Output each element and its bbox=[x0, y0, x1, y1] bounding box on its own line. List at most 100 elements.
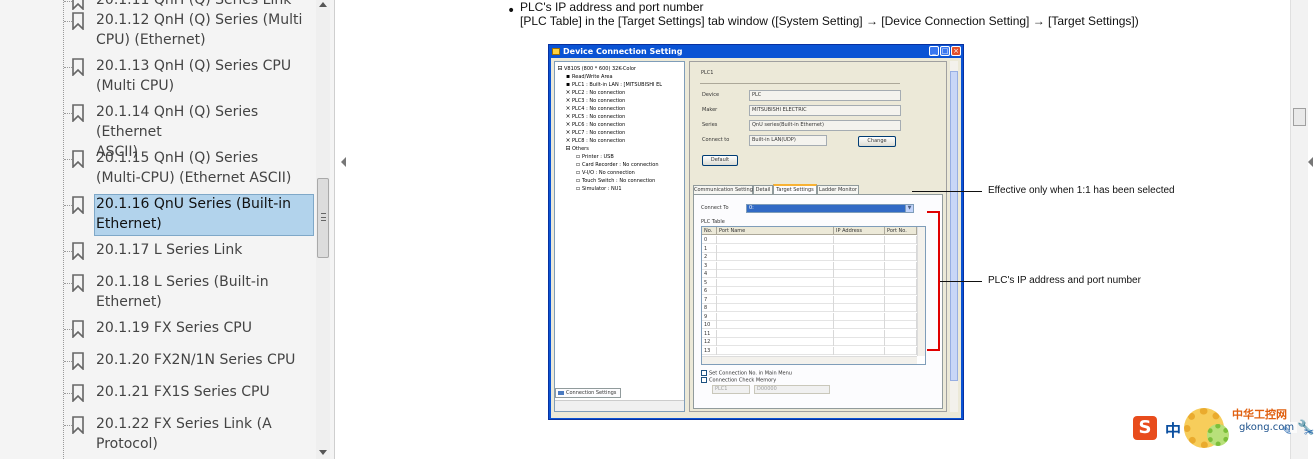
tree-node[interactable]: ×PLC7 : No connection bbox=[565, 129, 625, 137]
table-cell[interactable] bbox=[834, 312, 885, 321]
connect-to-select[interactable]: 0: ▼ bbox=[746, 204, 914, 213]
table-cell[interactable] bbox=[717, 253, 834, 261]
ime-chinese-mode[interactable]: 中 bbox=[1165, 417, 1181, 441]
table-row[interactable]: 8 bbox=[702, 304, 917, 312]
table-cell[interactable]: 0 bbox=[702, 236, 717, 244]
ime-sogou-icon[interactable]: S bbox=[1133, 416, 1157, 440]
tab[interactable]: Detail bbox=[753, 185, 773, 194]
table-cell[interactable]: 8 bbox=[702, 304, 717, 312]
table-cell[interactable] bbox=[717, 304, 834, 312]
table-cell[interactable] bbox=[834, 253, 885, 261]
table-cell[interactable] bbox=[834, 236, 885, 244]
table-cell[interactable] bbox=[885, 346, 917, 355]
table-row[interactable]: 13 bbox=[702, 346, 917, 355]
default-button[interactable]: Default bbox=[702, 155, 738, 166]
column-header[interactable]: Port No. bbox=[885, 227, 917, 235]
scissors-icon[interactable]: ✂ bbox=[1304, 425, 1314, 439]
table-cell[interactable] bbox=[885, 295, 917, 304]
table-cell[interactable]: 6 bbox=[702, 287, 717, 295]
table-cell[interactable] bbox=[834, 261, 885, 270]
table-cell[interactable] bbox=[717, 338, 834, 346]
column-header[interactable]: Port Name bbox=[717, 227, 834, 235]
table-cell[interactable]: 1 bbox=[702, 244, 717, 253]
tab[interactable]: Ladder Monitor bbox=[817, 185, 859, 194]
table-cell[interactable]: 9 bbox=[702, 312, 717, 321]
scroll-down-arrow-icon[interactable] bbox=[319, 450, 327, 455]
table-cell[interactable] bbox=[717, 346, 834, 355]
table-row[interactable]: 6 bbox=[702, 287, 917, 295]
tree-node[interactable]: ▪ PLC1 : Built-in LAN : [MITSUBISHI EL bbox=[565, 81, 662, 89]
set-connection-checkbox[interactable] bbox=[701, 370, 707, 376]
document-scrollbar[interactable] bbox=[1290, 0, 1308, 459]
tree-node[interactable]: ▫ Touch Switch : No connection bbox=[575, 177, 655, 185]
table-cell[interactable] bbox=[885, 321, 917, 329]
table-cell[interactable] bbox=[834, 321, 885, 329]
table-row[interactable]: 12 bbox=[702, 338, 917, 346]
column-header[interactable]: No. bbox=[702, 227, 717, 235]
table-cell[interactable] bbox=[834, 270, 885, 278]
table-row[interactable]: 9 bbox=[702, 312, 917, 321]
tree-node[interactable]: ▫ V-I/O : No connection bbox=[575, 169, 635, 177]
connection-check-checkbox[interactable] bbox=[701, 377, 707, 383]
table-row[interactable]: 3 bbox=[702, 261, 917, 270]
bookmark-scroll-thumb[interactable] bbox=[317, 178, 329, 258]
table-cell[interactable]: 4 bbox=[702, 270, 717, 278]
tree-node[interactable]: ▫ Printer : USB bbox=[575, 153, 614, 161]
tree-node[interactable]: ⊟Others bbox=[565, 145, 588, 153]
table-cell[interactable] bbox=[834, 329, 885, 338]
table-row[interactable]: 5 bbox=[702, 278, 917, 287]
column-header[interactable]: IP Address bbox=[834, 227, 885, 235]
tree-node[interactable]: ▫ Card Recorder : No connection bbox=[575, 161, 659, 169]
table-cell[interactable]: 5 bbox=[702, 278, 717, 287]
table-cell[interactable] bbox=[834, 338, 885, 346]
table-cell[interactable]: 10 bbox=[702, 321, 717, 329]
settings-scroll-thumb[interactable] bbox=[950, 71, 958, 381]
table-cell[interactable] bbox=[885, 236, 917, 244]
connection-check-checkbox-row[interactable]: Connection Check Memory bbox=[701, 377, 776, 385]
table-cell[interactable] bbox=[834, 278, 885, 287]
table-cell[interactable] bbox=[885, 278, 917, 287]
table-cell[interactable]: 12 bbox=[702, 338, 717, 346]
expand-panel-arrow-icon[interactable] bbox=[1308, 157, 1313, 167]
table-cell[interactable] bbox=[885, 244, 917, 253]
table-cell[interactable] bbox=[885, 304, 917, 312]
table-cell[interactable] bbox=[717, 270, 834, 278]
table-row[interactable]: 11 bbox=[702, 329, 917, 338]
tab[interactable]: Communication Setting bbox=[693, 185, 753, 194]
table-cell[interactable] bbox=[717, 295, 834, 304]
maximize-button[interactable]: □ bbox=[940, 46, 950, 56]
table-cell[interactable] bbox=[834, 346, 885, 355]
tab-connection-settings[interactable]: Connection Settings bbox=[555, 388, 621, 398]
document-scroll-thumb[interactable] bbox=[1293, 108, 1306, 126]
close-button[interactable]: × bbox=[951, 46, 961, 56]
tree-horizontal-scrollbar[interactable] bbox=[555, 400, 684, 411]
table-cell[interactable] bbox=[885, 312, 917, 321]
table-cell[interactable] bbox=[885, 287, 917, 295]
table-cell[interactable] bbox=[717, 287, 834, 295]
tree-node[interactable]: ×PLC3 : No connection bbox=[565, 97, 625, 105]
table-cell[interactable] bbox=[885, 270, 917, 278]
table-cell[interactable] bbox=[717, 278, 834, 287]
table-cell[interactable]: 2 bbox=[702, 253, 717, 261]
table-cell[interactable] bbox=[717, 321, 834, 329]
table-cell[interactable] bbox=[885, 261, 917, 270]
table-cell[interactable]: 13 bbox=[702, 346, 717, 355]
tree-node[interactable]: ×PLC4 : No connection bbox=[565, 105, 625, 113]
table-horizontal-scrollbar[interactable] bbox=[702, 356, 917, 364]
change-button[interactable]: Change bbox=[858, 136, 896, 147]
minimize-button[interactable]: _ bbox=[929, 46, 939, 56]
table-cell[interactable] bbox=[834, 304, 885, 312]
table-cell[interactable] bbox=[717, 236, 834, 244]
table-row[interactable]: 2 bbox=[702, 253, 917, 261]
table-row[interactable]: 4 bbox=[702, 270, 917, 278]
tree-node[interactable]: ⊟V810S (800 * 600) 32K-Color bbox=[557, 65, 635, 73]
tree-node[interactable]: ▪ Read/Write Area bbox=[565, 73, 613, 81]
table-cell[interactable] bbox=[717, 329, 834, 338]
table-cell[interactable]: 3 bbox=[702, 261, 717, 270]
table-cell[interactable] bbox=[885, 338, 917, 346]
table-row[interactable]: 0 bbox=[702, 236, 917, 244]
table-row[interactable]: 1 bbox=[702, 244, 917, 253]
table-cell[interactable]: 11 bbox=[702, 329, 717, 338]
table-cell[interactable] bbox=[885, 329, 917, 338]
table-row[interactable]: 10 bbox=[702, 321, 917, 329]
